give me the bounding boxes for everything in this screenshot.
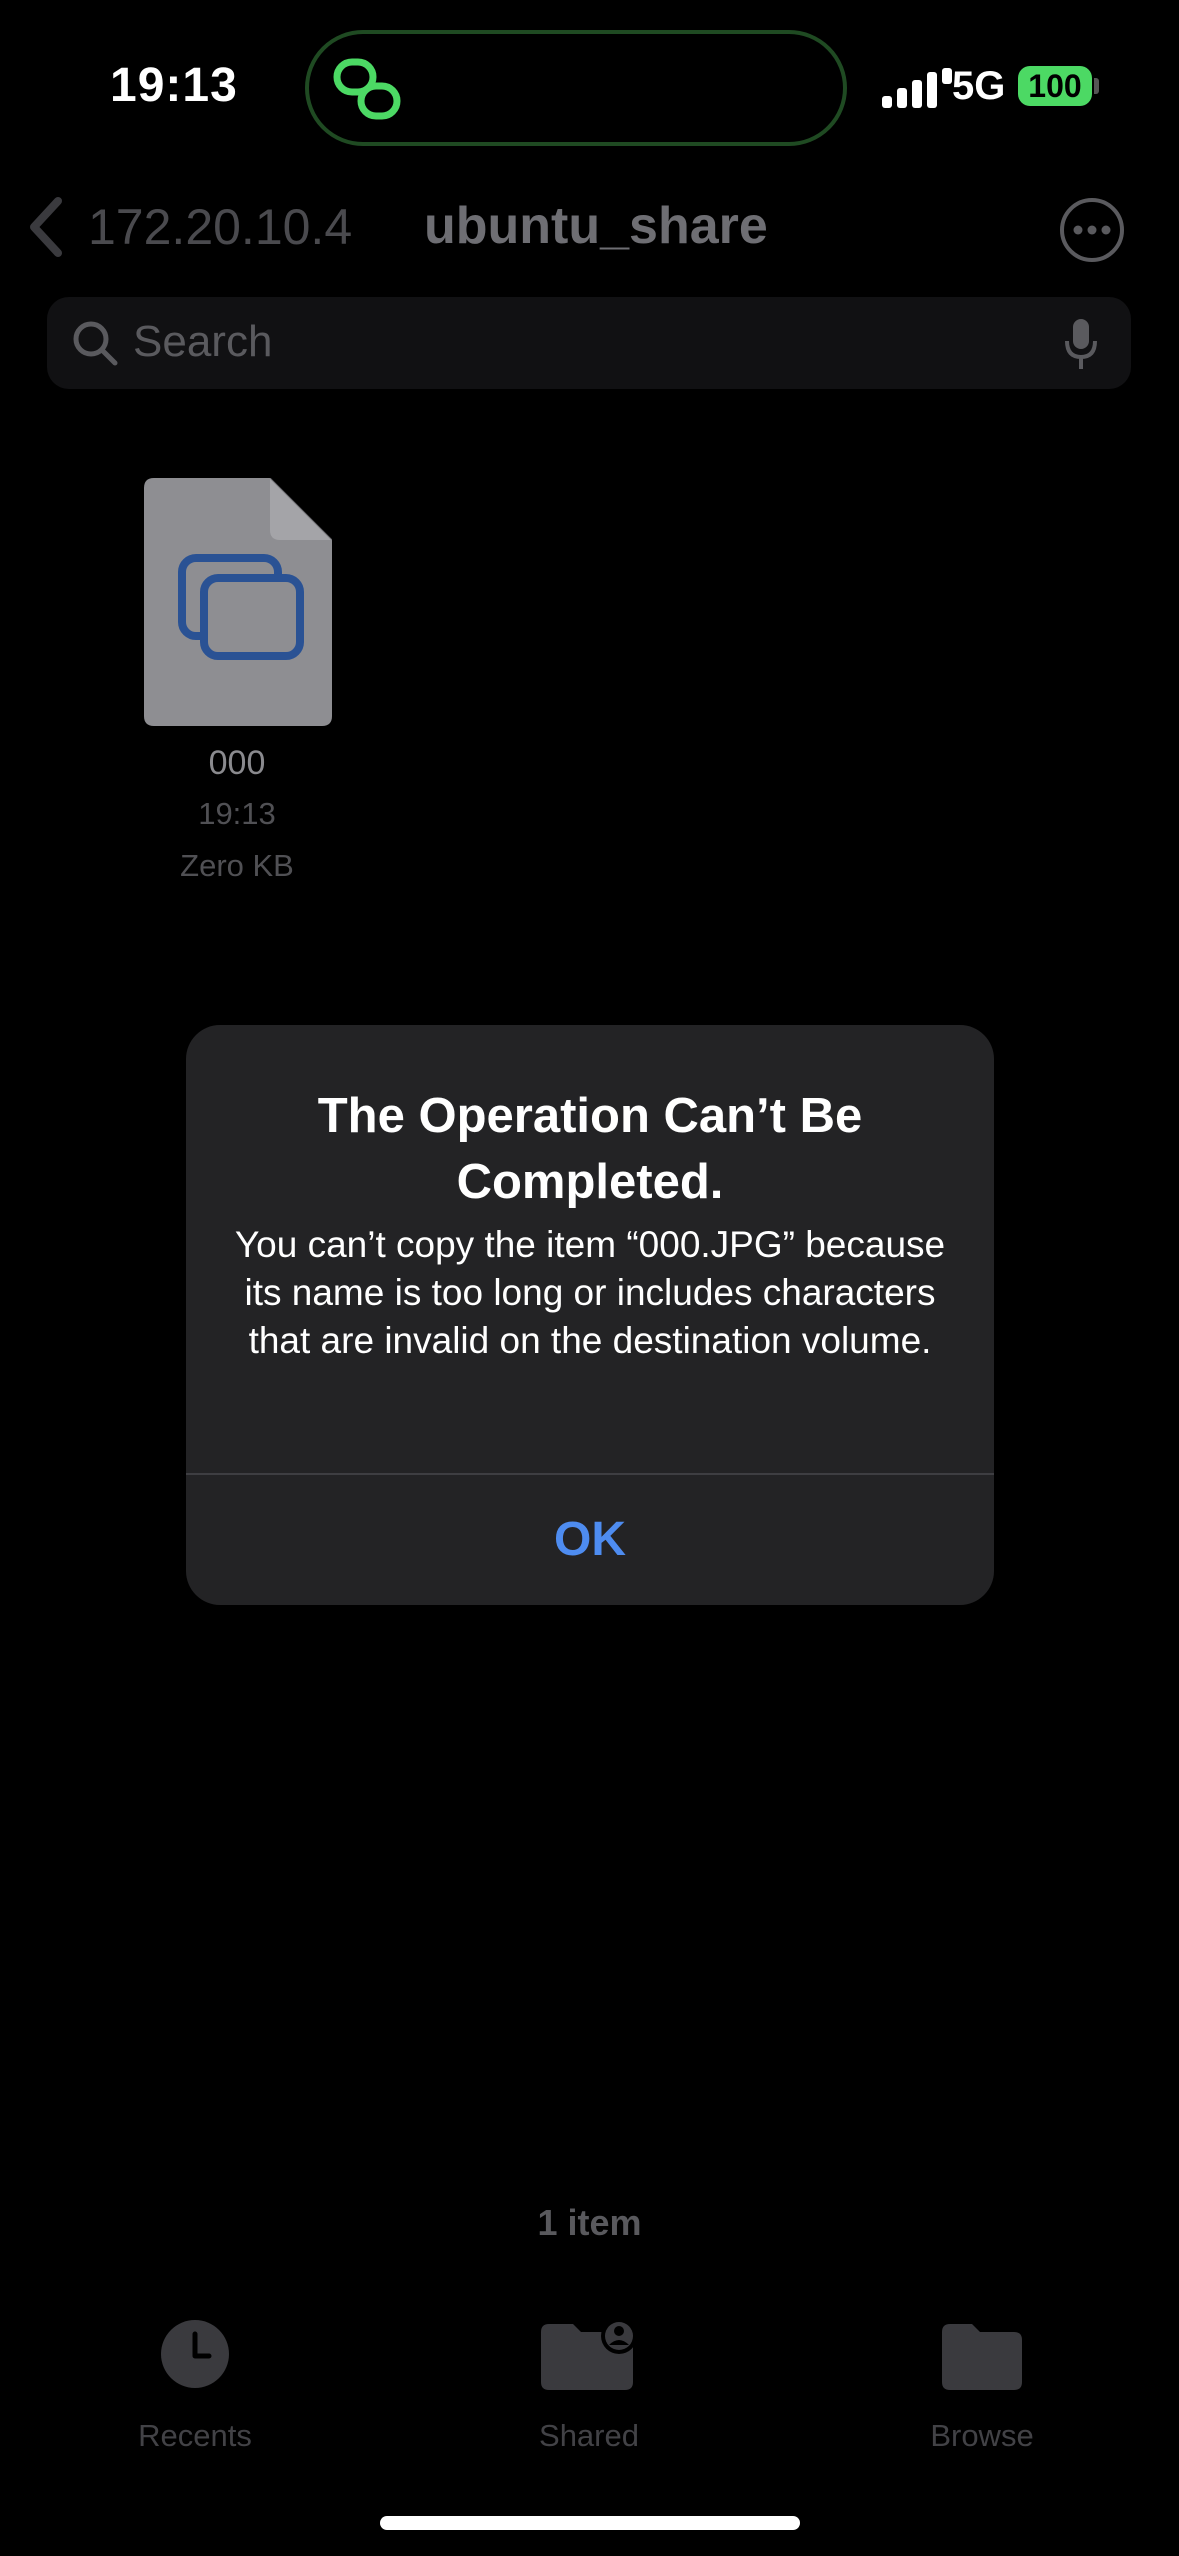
tab-browse-label: Browse: [930, 2418, 1034, 2453]
ok-button[interactable]: OK: [186, 1475, 994, 1605]
photo-file-icon: [144, 478, 332, 726]
search-field[interactable]: Search: [47, 297, 1131, 389]
search-placeholder: Search: [133, 317, 273, 366]
battery-indicator: 100: [1018, 66, 1092, 106]
tab-shared[interactable]: Shared: [479, 2318, 699, 2458]
dynamic-island[interactable]: [305, 30, 847, 146]
file-time: 19:13: [198, 796, 276, 831]
file-size: Zero KB: [180, 848, 294, 883]
search-icon: [73, 321, 118, 366]
tab-browse[interactable]: Browse: [872, 2318, 1092, 2458]
tab-recents-label: Recents: [138, 2418, 252, 2453]
link-icon: [333, 58, 401, 120]
alert-message: You can’t copy the item “000.JPG” becaus…: [234, 1224, 946, 1361]
network-type: 5G: [952, 64, 1006, 108]
alert-dialog: The Operation Can’t Be Completed. You ca…: [186, 1025, 994, 1605]
back-chevron-icon[interactable]: [26, 195, 66, 259]
tab-recents[interactable]: Recents: [85, 2318, 305, 2458]
back-button[interactable]: 172.20.10.4: [88, 198, 352, 256]
battery-cap: [1094, 78, 1099, 94]
file-item[interactable]: 000 19:13 Zero KB: [138, 476, 336, 896]
file-name: 000: [208, 744, 266, 782]
tab-shared-label: Shared: [539, 2418, 639, 2453]
item-count: 1 item: [537, 2202, 642, 2243]
home-indicator[interactable]: [380, 2516, 800, 2530]
ellipsis-circle-icon[interactable]: [1058, 196, 1126, 264]
microphone-icon[interactable]: [1063, 317, 1099, 371]
folder-icon: [942, 2324, 1022, 2390]
status-time: 19:13: [110, 59, 238, 112]
shared-folder-icon: [541, 2318, 637, 2390]
clock-icon: [161, 2320, 229, 2388]
page-title: ubuntu_share: [424, 197, 768, 255]
alert-title: The Operation Can’t Be Completed.: [317, 1089, 863, 1209]
signal-icon: [882, 68, 952, 108]
